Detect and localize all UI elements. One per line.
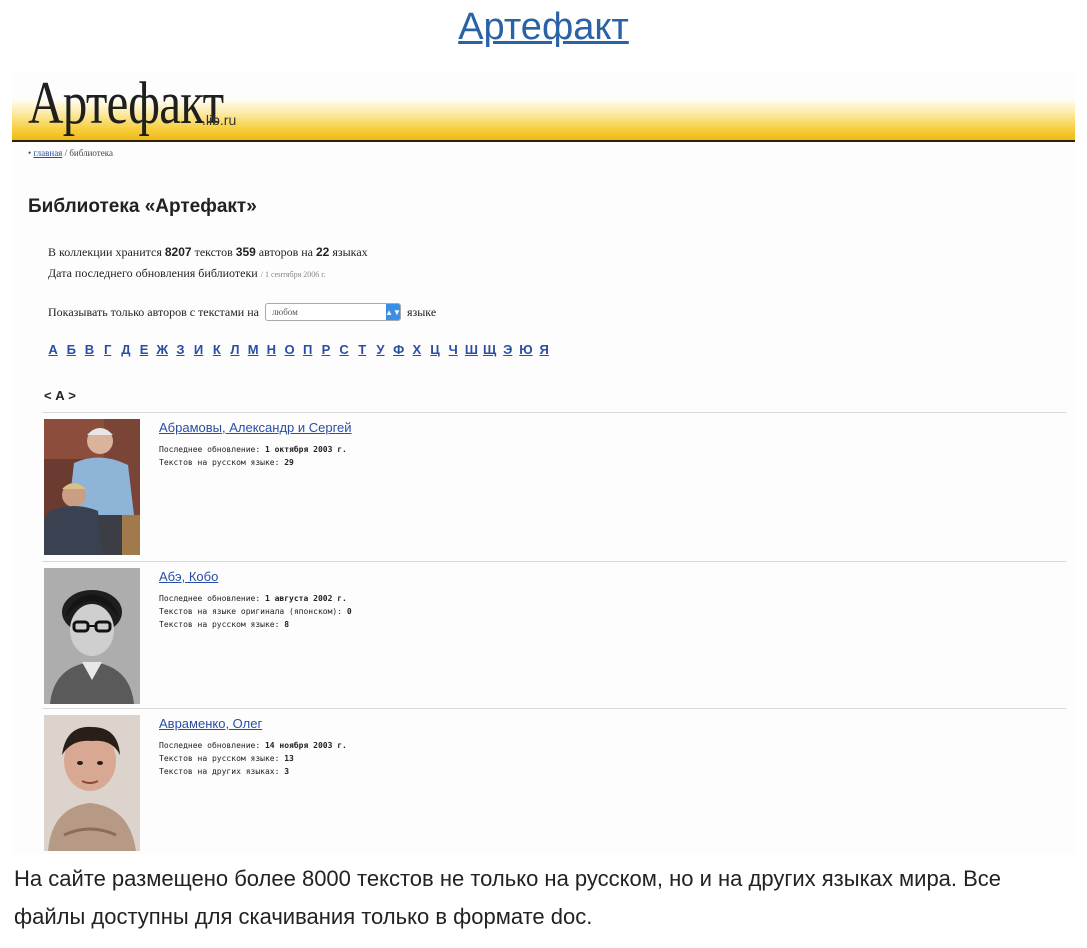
language-select[interactable]: любом ▲▼ xyxy=(264,303,401,321)
texts-count: 8207 xyxy=(164,245,192,259)
top-title-link[interactable]: Артефакт xyxy=(0,6,1087,49)
alphabet-letter-link[interactable]: У xyxy=(371,342,389,357)
alphabet-letter-link[interactable]: О xyxy=(280,342,298,357)
site-logo[interactable]: Артефакт xyxy=(28,72,224,134)
alphabet-letter-link[interactable]: Ю xyxy=(517,342,535,357)
library-stats: В коллекции хранится 8207 текстов 359 ав… xyxy=(48,242,368,285)
languages-count: 22 xyxy=(316,245,330,259)
authors-count: 359 xyxy=(235,245,256,259)
meta-line: Текстов на языке оригинала (японском): 0 xyxy=(159,607,352,616)
breadcrumb-current: библиотека xyxy=(69,148,113,158)
alphabet-letter-link[interactable]: Ж xyxy=(153,342,171,357)
meta-line: Текстов на русском языке: 29 xyxy=(159,458,294,467)
meta-line: Последнее обновление: 1 октября 2003 г. xyxy=(159,445,347,454)
author-photo[interactable] xyxy=(44,715,140,851)
alphabet-letter-link[interactable]: Ф xyxy=(390,342,408,357)
alphabet-letter-link[interactable]: П xyxy=(299,342,317,357)
author-photo[interactable] xyxy=(44,568,140,704)
meta-line: Текстов на русском языке: 13 xyxy=(159,754,294,763)
updated-date: / 1 сентября 2006 г. xyxy=(260,270,326,279)
alphabet-letter-link[interactable]: Ч xyxy=(444,342,462,357)
page-title: Библиотека «Артефакт» xyxy=(28,196,257,217)
author-row: Абэ, Кобо Последнее обновление: 1 август… xyxy=(42,561,1066,708)
alphabet-letter-link[interactable]: Я xyxy=(535,342,553,357)
alphabet-letter-link[interactable]: Э xyxy=(499,342,517,357)
caption-text: На сайте размещено более 8000 текстов не… xyxy=(14,866,1002,929)
alphabet-letter-link[interactable]: Т xyxy=(353,342,371,357)
author-photo[interactable] xyxy=(44,419,140,555)
alphabet-index: АБВГДЕЖЗИКЛМНОПРСТУФХЦЧШЩЭЮЯ xyxy=(44,342,553,357)
alphabet-letter-link[interactable]: Г xyxy=(99,342,117,357)
author-photo-image xyxy=(44,419,140,555)
alphabet-letter-link[interactable]: Щ xyxy=(481,342,499,357)
stats-line-updated: Дата последнего обновления библиотеки / … xyxy=(48,266,326,280)
select-arrows-icon: ▲▼ xyxy=(385,304,401,320)
prev-letter-arrow[interactable]: < xyxy=(44,388,52,403)
alphabet-letter-link[interactable]: Ц xyxy=(426,342,444,357)
alphabet-letter-link[interactable]: Б xyxy=(62,342,80,357)
alphabet-letter-link[interactable]: А xyxy=(44,342,62,357)
breadcrumb: • главная / библиотека xyxy=(28,148,113,158)
meta-line: Текстов на русском языке: 8 xyxy=(159,620,290,629)
author-name-link[interactable]: Абэ, Кобо xyxy=(159,569,218,584)
author-photo-image xyxy=(44,715,140,851)
author-meta: Последнее обновление: 1 августа 2002 г. … xyxy=(159,592,352,631)
alphabet-letter-link[interactable]: И xyxy=(190,342,208,357)
author-name-link[interactable]: Абрамовы, Александр и Сергей xyxy=(159,420,352,435)
author-meta: Последнее обновление: 1 октября 2003 г. … xyxy=(159,443,347,469)
author-photo-image xyxy=(44,568,140,704)
meta-line: Последнее обновление: 14 ноября 2003 г. xyxy=(159,741,347,750)
filter-label-suffix: языке xyxy=(406,304,437,319)
alphabet-letter-link[interactable]: Н xyxy=(262,342,280,357)
alphabet-letter-link[interactable]: Х xyxy=(408,342,426,357)
alphabet-letter-link[interactable]: Р xyxy=(317,342,335,357)
filter-label: Показывать только авторов с текстами на xyxy=(48,304,259,319)
meta-line: Последнее обновление: 1 августа 2002 г. xyxy=(159,594,347,603)
current-letter: А xyxy=(55,388,65,403)
alphabet-letter-link[interactable]: Ш xyxy=(462,342,480,357)
language-filter: Показывать только авторов с текстами на … xyxy=(48,303,436,321)
language-select-value: любом xyxy=(271,307,298,317)
author-row: Авраменко, Олег Последнее обновление: 14… xyxy=(42,708,1066,855)
screenshot-panel: Артефакт .lib.ru • главная / библиотека … xyxy=(12,72,1075,854)
breadcrumb-home-link[interactable]: главная xyxy=(33,148,62,158)
alphabet-letter-link[interactable]: Л xyxy=(226,342,244,357)
alphabet-letter-link[interactable]: К xyxy=(208,342,226,357)
alphabet-letter-link[interactable]: Д xyxy=(117,342,135,357)
letter-navigation: < А > xyxy=(44,388,76,403)
stats-line-collection: В коллекции хранится 8207 текстов 359 ав… xyxy=(48,245,368,259)
site-logo-suffix: .lib.ru xyxy=(202,112,237,128)
alphabet-letter-link[interactable]: В xyxy=(80,342,98,357)
meta-line: Текстов на других языках: 3 xyxy=(159,767,290,776)
author-row: Абрамовы, Александр и Сергей Последнее о… xyxy=(42,412,1066,559)
alphabet-letter-link[interactable]: З xyxy=(171,342,189,357)
author-meta: Последнее обновление: 14 ноября 2003 г. … xyxy=(159,739,347,778)
author-name-link[interactable]: Авраменко, Олег xyxy=(159,716,262,731)
alphabet-letter-link[interactable]: Е xyxy=(135,342,153,357)
alphabet-letter-link[interactable]: С xyxy=(335,342,353,357)
next-letter-arrow[interactable]: > xyxy=(68,388,76,403)
alphabet-letter-link[interactable]: М xyxy=(244,342,262,357)
